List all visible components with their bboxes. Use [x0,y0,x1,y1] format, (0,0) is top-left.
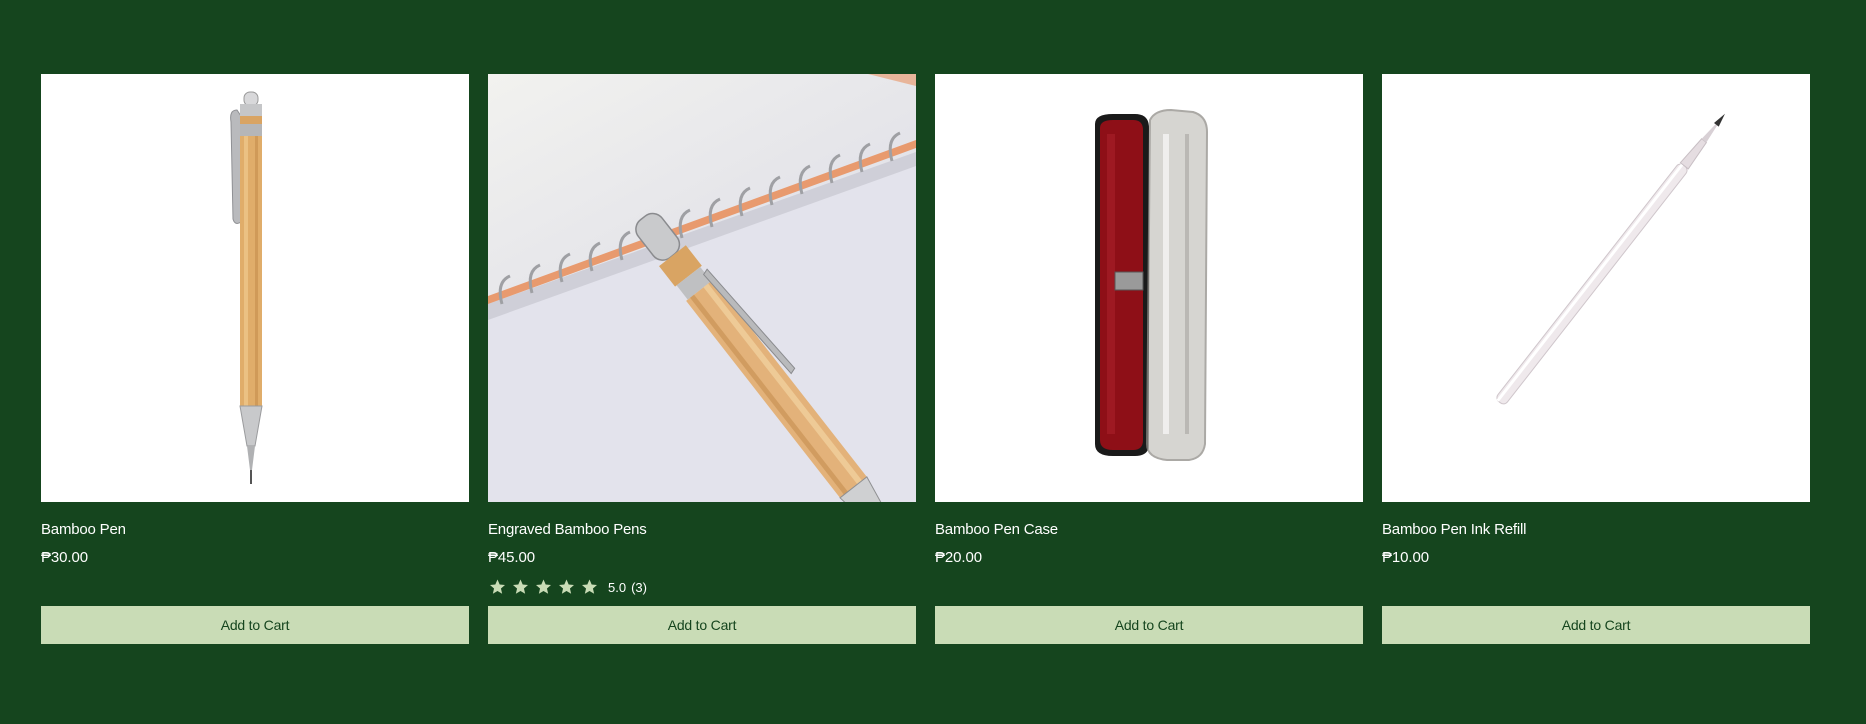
product-name[interactable]: Engraved Bamboo Pens [488,521,916,541]
ink-refill-image [1382,74,1810,502]
product-card: Bamboo Pen Case ₱20.00 [935,74,1363,597]
star-rating [488,578,599,596]
product-rating[interactable]: 5.0 (3) [488,577,916,597]
bamboo-pen-image [41,74,469,502]
rating-count: (3) [631,579,647,595]
engraved-bamboo-pen-image [488,74,916,502]
star-icon [488,578,507,596]
star-icon [511,578,530,596]
product-card: Engraved Bamboo Pens ₱45.00 5.0 (3) [488,74,916,597]
product-name[interactable]: Bamboo Pen Ink Refill [1382,521,1810,541]
product-name[interactable]: Bamboo Pen [41,521,469,541]
product-price: ₱20.00 [935,549,982,566]
product-card: Bamboo Pen ₱30.00 [41,74,469,597]
product-name[interactable]: Bamboo Pen Case [935,521,1363,541]
product-price: ₱45.00 [488,549,535,566]
add-to-cart-button[interactable]: Add to Cart [1382,606,1810,644]
product-grid: Bamboo Pen ₱30.00 Engraved Bamboo Pens ₱… [41,74,1811,597]
star-icon [534,578,553,596]
add-to-cart-button[interactable]: Add to Cart [41,606,469,644]
star-icon [580,578,599,596]
add-to-cart-button[interactable]: Add to Cart [488,606,916,644]
star-icon [557,578,576,596]
product-image-bamboo-pen-case[interactable] [935,74,1363,502]
product-card: Bamboo Pen Ink Refill ₱10.00 [1382,74,1810,597]
product-image-bamboo-pen[interactable] [41,74,469,502]
product-price: ₱10.00 [1382,549,1429,566]
rating-score: 5.0 [608,579,627,595]
pen-case-image [935,74,1363,502]
product-price: ₱30.00 [41,549,88,566]
add-to-cart-button[interactable]: Add to Cart [935,606,1363,644]
product-image-engraved-bamboo-pens[interactable] [488,74,916,502]
product-image-bamboo-pen-ink-refill[interactable] [1382,74,1810,502]
